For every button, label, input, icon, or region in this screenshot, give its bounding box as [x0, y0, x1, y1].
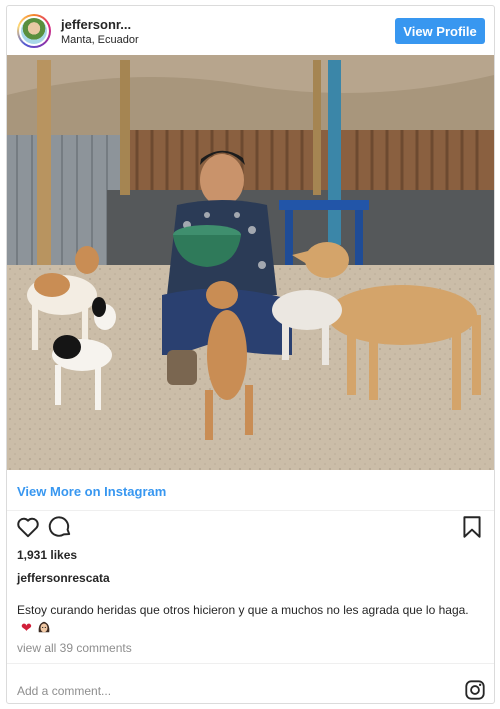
avatar-image [21, 18, 47, 44]
username[interactable]: jeffersonr... [61, 17, 131, 32]
avatar[interactable] [17, 14, 51, 48]
post-actions [7, 514, 494, 550]
bookmark-icon[interactable] [459, 514, 485, 540]
heart-outline-icon[interactable] [15, 514, 41, 540]
instagram-logo-icon[interactable] [464, 679, 486, 701]
view-profile-button[interactable]: View Profile [395, 18, 485, 44]
view-more-link[interactable]: View More on Instagram [17, 484, 166, 499]
likes-count[interactable]: 1,931 likes [17, 548, 77, 562]
add-comment-field[interactable]: Add a comment... [17, 684, 111, 698]
view-more-row: View More on Instagram [7, 470, 494, 511]
comment-bar: Add a comment... [7, 663, 494, 703]
post-header: jeffersonr... Manta, Ecuador View Profil… [7, 6, 494, 55]
view-all-comments-link[interactable]: view all 39 comments [17, 641, 132, 655]
post-photo-image [7, 55, 494, 470]
post-author[interactable]: jeffersonrescata [17, 571, 110, 585]
post-photo[interactable] [7, 55, 494, 470]
woman-face-icon [38, 621, 50, 633]
caption-text: Estoy curando heridas que otros hicieron… [17, 603, 469, 617]
location-label[interactable]: Manta, Ecuador [61, 34, 139, 46]
post-caption: Estoy curando heridas que otros hicieron… [17, 602, 477, 637]
comment-icon[interactable] [47, 514, 73, 540]
instagram-embed-card: jeffersonr... Manta, Ecuador View Profil… [6, 5, 495, 704]
red-heart-icon: ❤ [21, 620, 32, 635]
